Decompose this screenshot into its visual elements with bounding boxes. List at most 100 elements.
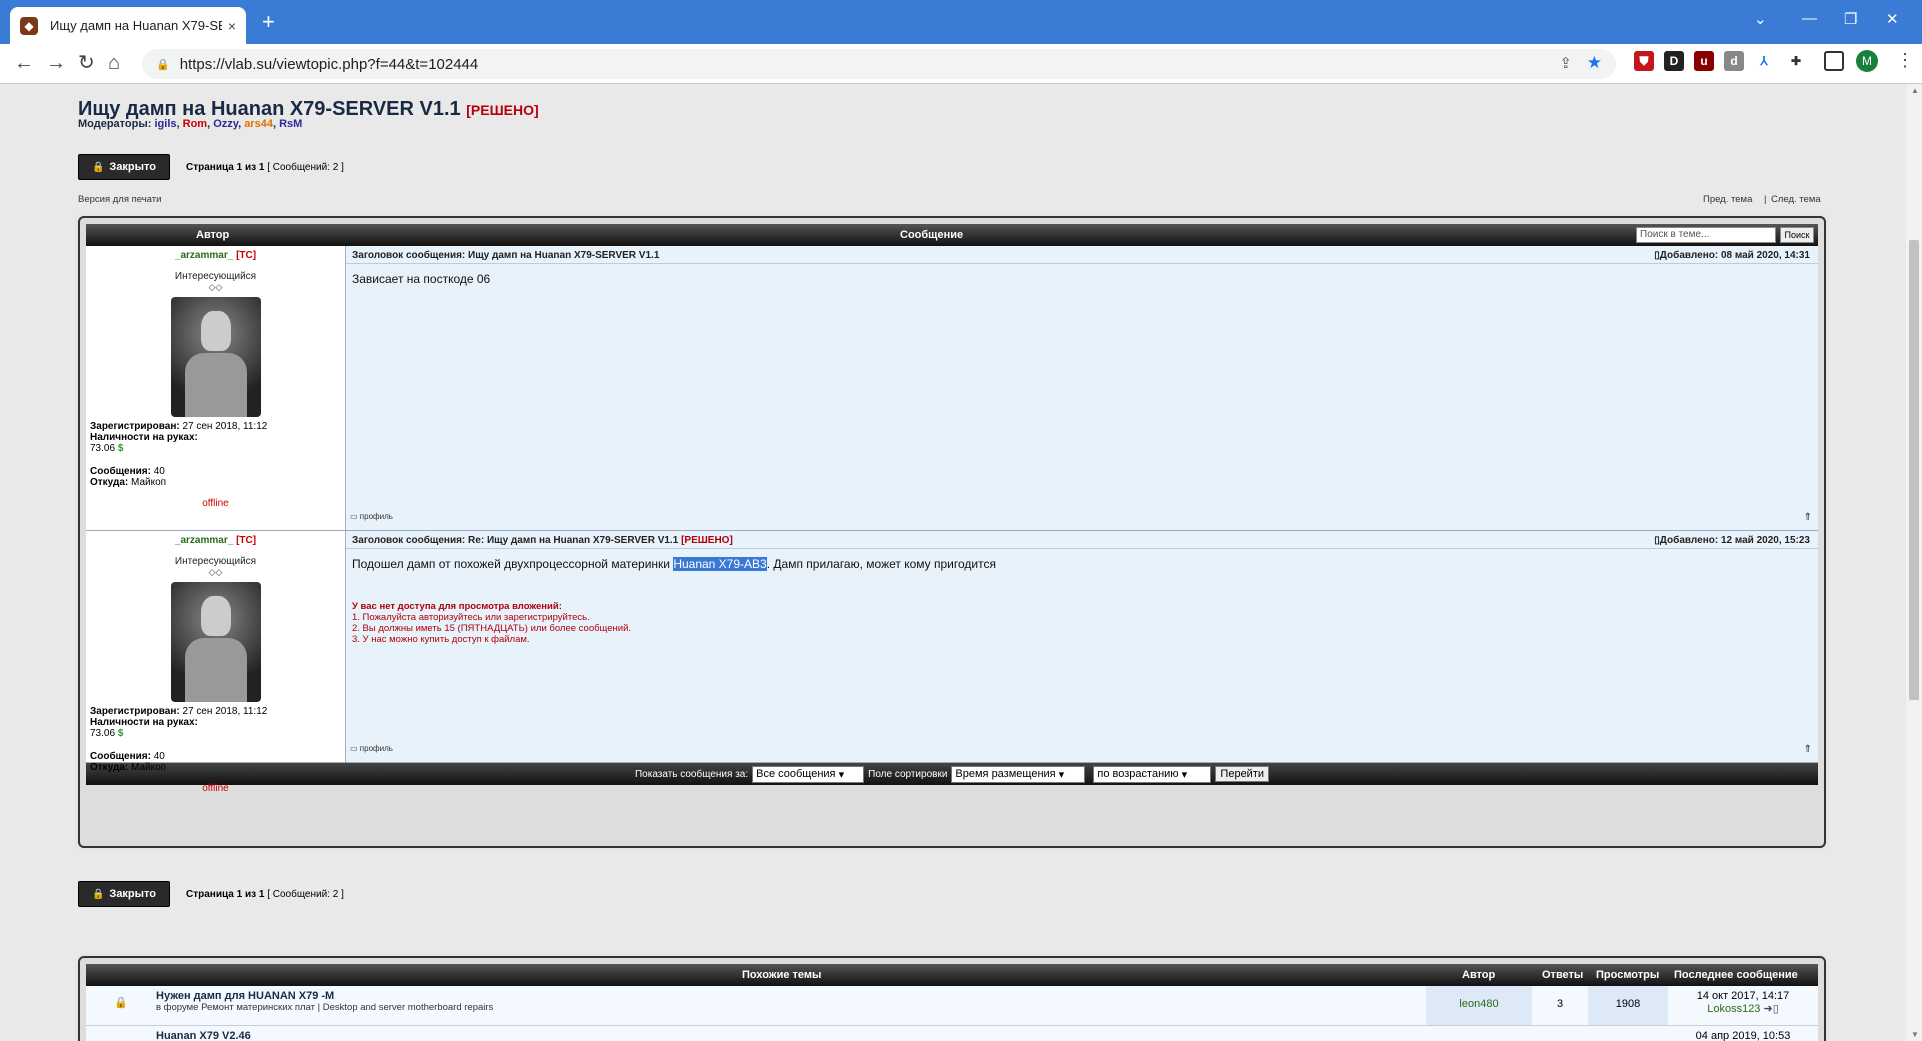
highlighted-text: Huanan X79-AB3 [673,557,767,571]
print-version-link[interactable]: Версия для печати [78,194,161,205]
post: _arzammar_ [ТС] Интересующийся ◇◇ Зареги… [86,531,1818,794]
similar-topics-table: Похожие темы Автор Ответы Просмотры Посл… [78,956,1826,1041]
translate-extension-icon[interactable]: ⅄ [1754,51,1774,71]
moderators: Модераторы: igils, Rom, Ozzy, ars44, RsM [78,118,303,130]
dollar-icon: $ [117,728,124,739]
author-registered: Зарегистрирован: 27 сен 2018, 11:12 [90,706,268,717]
d-extension-icon[interactable]: D [1664,51,1684,71]
post-subject: Заголовок сообщения: Re: Ищу дамп на Hua… [346,531,1818,549]
scroll-top-icon[interactable]: ⇑ [1804,512,1812,523]
pagination-bottom: Страница 1 из 1 [ Сообщений: 2 ] [186,889,344,900]
similar-topic-title[interactable]: Нужен дамп для HUANAN X79 -M [156,990,1426,1002]
attachment-warning: У вас нет доступа для просмотра вложений… [352,601,632,645]
forward-icon[interactable]: → [46,52,66,74]
profile-button[interactable]: ▭ профиль [350,744,393,753]
goto-last-post-icon[interactable]: ➜▯ [1764,1003,1779,1015]
page-scrollbar[interactable]: ▲ ▼ [1906,84,1922,1041]
last-post-user[interactable]: Lokoss123 [1707,1003,1760,1015]
lock-icon[interactable]: 🔒 [156,58,170,71]
tab-close-icon[interactable]: × [228,18,236,34]
moderator-link[interactable]: ars44 [244,118,273,130]
tab-title: Ищу дамп на Huanan X79-SERV [50,18,222,33]
home-icon[interactable]: ⌂ [108,52,120,74]
topic-search-button[interactable]: Поиск [1780,227,1814,243]
similar-topic-title[interactable]: Huanan X79 V2.46 [156,1026,1668,1041]
author-registered: Зарегистрирован: 27 сен 2018, 11:12 [90,421,268,432]
restore-icon[interactable]: ❐ [1844,10,1857,28]
similar-topic-author[interactable]: leon480 [1426,986,1532,1025]
go-button[interactable]: Перейти [1215,766,1270,782]
post-message: Заголовок сообщения: Re: Ищу дамп на Hua… [346,531,1818,762]
puzzle-extension-icon[interactable]: ✚ [1786,51,1806,71]
star-icon[interactable]: ★ [1587,53,1602,73]
similar-topic-forum[interactable]: Ремонт материнских плат | Desktop and se… [201,1002,493,1013]
minimize-icon[interactable]: — [1802,10,1817,27]
lock-icon: 🔒 [91,888,105,900]
similar-topic-row[interactable]: Huanan X79 V2.46 04 апр 2019, 10:53 [86,1026,1818,1041]
post-date[interactable]: ▯Добавлено: 12 май 2020, 15:23 [1654,535,1810,546]
posts-header: Автор Сообщение Поиск в теме... Поиск [86,224,1818,246]
scroll-top-icon[interactable]: ⇑ [1804,744,1812,755]
author-from: Откуда: Майкоп [90,477,167,488]
tab-search-icon[interactable]: ⌄ [1754,10,1767,28]
author-status: offline [202,498,229,509]
posts-table: Автор Сообщение Поиск в теме... Поиск _a… [78,216,1826,848]
d-gray-extension-icon[interactable]: d [1724,51,1744,71]
profile-avatar[interactable]: M [1856,50,1878,72]
back-icon[interactable]: ← [14,52,34,74]
dollar-icon: $ [117,443,124,454]
author-cash: Наличности на руках: 73.06 $ [90,432,198,454]
solved-badge: [РЕШЕНО] [466,102,539,118]
sort-field-select[interactable]: Время размещения ▾ [951,765,1086,783]
moderator-link[interactable]: Ozzy [213,118,238,130]
author-messages: Сообщения: 40 [90,751,165,762]
post: _arzammar_ [ТС] Интересующийся ◇◇ Зареги… [86,246,1818,531]
close-window-icon[interactable]: ✕ [1886,10,1899,28]
display-options-bar: Показать сообщения за: Все сообщения ▾ П… [86,763,1818,785]
similar-topic-row[interactable]: 🔒 Нужен дамп для HUANAN X79 -M в форуме … [86,986,1818,1026]
profile-button[interactable]: ▭ профиль [350,512,393,521]
url-text[interactable]: https://vlab.su/viewtopic.php?f=44&t=102… [180,56,479,73]
show-posts-select[interactable]: Все сообщения ▾ [752,765,865,783]
rank-gems-icon: ◇◇ [208,282,223,292]
author-name[interactable]: _arzammar_ [ТС] [90,535,341,546]
col-author: Автор [196,229,230,241]
site-favicon-icon: ◆ [20,16,38,35]
sort-order-select[interactable]: по возрастанию ▾ [1093,765,1212,783]
author-from: Откуда: Майкоп [90,762,167,773]
pagination-top: Страница 1 из 1 [ Сообщений: 2 ] [186,162,344,173]
moderator-link[interactable]: Rom [183,118,207,130]
scrollbar-thumb[interactable] [1909,240,1919,700]
address-bar[interactable]: 🔒 https://vlab.su/viewtopic.php?f=44&t=1… [142,49,1616,79]
scroll-down-icon[interactable]: ▼ [1911,1030,1919,1039]
lock-icon: 🔒 [91,161,105,173]
author-rank: Интересующийся [174,271,257,282]
author-messages: Сообщения: 40 [90,466,165,477]
avatar [170,297,261,417]
share-icon[interactable]: ⇪ [1559,54,1572,72]
browser-tab-bar: ◆ Ищу дамп на Huanan X79-SERV × + ⌄ — ❐ … [0,0,1922,44]
author-name[interactable]: _arzammar_ [ТС] [90,250,341,261]
locked-button-bottom[interactable]: 🔒 Закрыто [78,881,170,907]
topic-locked-icon: 🔒 [114,997,128,1009]
reload-icon[interactable]: ↻ [78,52,95,74]
ublock-extension-icon[interactable]: u [1694,51,1714,71]
post-author-panel: _arzammar_ [ТС] Интересующийся ◇◇ Зареги… [86,531,346,794]
prev-topic-link[interactable]: Пред. тема [1703,194,1752,205]
moderator-link[interactable]: igils [154,118,176,130]
avatar [170,582,261,702]
next-topic-link[interactable]: След. тема [1771,194,1821,205]
new-tab-button[interactable]: + [262,11,275,33]
scroll-up-icon[interactable]: ▲ [1911,86,1919,95]
moderator-link[interactable]: RsM [279,118,302,130]
browser-tab[interactable]: ◆ Ищу дамп на Huanan X79-SERV × [10,7,246,44]
sidebar-icon[interactable] [1824,51,1844,71]
post-date[interactable]: ▯Добавлено: 08 май 2020, 14:31 [1654,250,1810,261]
topic-nav-separator: | [1764,194,1767,205]
similar-header: Похожие темы Автор Ответы Просмотры Посл… [86,964,1818,986]
menu-icon[interactable]: ⋮ [1896,50,1914,71]
locked-button-top[interactable]: 🔒 Закрыто [78,154,170,180]
shield-extension-icon[interactable]: ⛊ [1634,51,1654,71]
post-message: Заголовок сообщения: Ищу дамп на Huanan … [346,246,1818,530]
topic-search-input[interactable]: Поиск в теме... [1636,227,1776,243]
